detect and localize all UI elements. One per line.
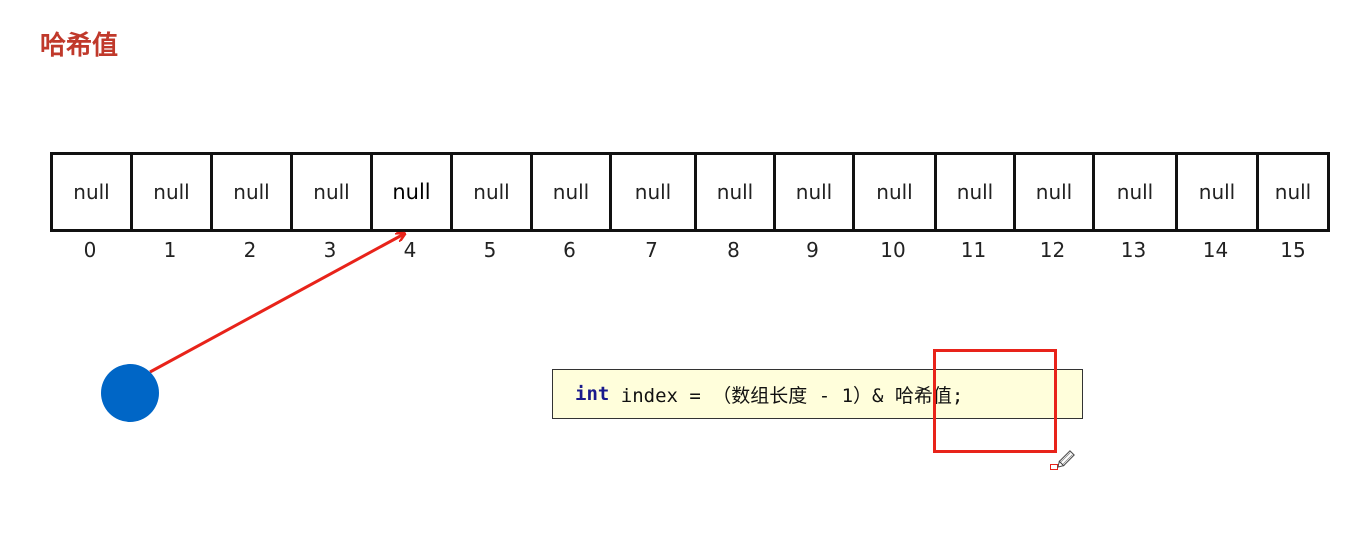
index-label: 7 bbox=[645, 238, 658, 262]
array-cell: null bbox=[1092, 152, 1175, 232]
index-label: 5 bbox=[483, 238, 497, 262]
array-cell: null bbox=[370, 152, 450, 232]
array-cell: null bbox=[934, 152, 1013, 232]
index-label: 15 bbox=[1280, 238, 1306, 262]
array-cell: null bbox=[530, 152, 609, 232]
index-label: 2 bbox=[243, 238, 257, 262]
index-label: 1 bbox=[163, 238, 177, 262]
index-label: 14 bbox=[1202, 238, 1229, 262]
index-label: 9 bbox=[806, 238, 819, 262]
hash-array: null null null null null null null null null null… bbox=[50, 152, 1330, 232]
array-cell: null bbox=[1256, 152, 1330, 232]
element-dot bbox=[101, 364, 159, 422]
page-title: 哈希值 bbox=[40, 31, 119, 61]
array-cell: null bbox=[1175, 152, 1256, 232]
code-keyword: int bbox=[575, 383, 610, 405]
index-label: 3 bbox=[323, 238, 337, 262]
array-cell: null bbox=[773, 152, 852, 232]
index-label: 6 bbox=[563, 238, 576, 262]
arrow-layer bbox=[149, 0, 1372, 374]
index-label: 0 bbox=[83, 238, 97, 262]
index-label: 4 bbox=[403, 238, 417, 262]
array-cell: null bbox=[1013, 152, 1092, 232]
index-label: 11 bbox=[960, 238, 987, 262]
index-label: 8 bbox=[727, 238, 740, 262]
index-label: 10 bbox=[880, 238, 906, 262]
array-cell: null bbox=[210, 152, 290, 232]
array-cell: null bbox=[694, 152, 773, 232]
index-label: 12 bbox=[1039, 238, 1066, 262]
array-cell: null bbox=[130, 152, 210, 232]
array-cell: null bbox=[609, 152, 694, 232]
array-cell: null bbox=[852, 152, 934, 232]
pencil-icon bbox=[1057, 450, 1075, 468]
code-expression: index = （数组长度 - 1）& 哈希值; bbox=[609, 384, 964, 407]
array-cell: null bbox=[290, 152, 370, 232]
array-cell: null bbox=[50, 152, 130, 232]
array-cell: null bbox=[450, 152, 530, 232]
index-label: 13 bbox=[1120, 238, 1147, 262]
highlight-box[interactable] bbox=[933, 349, 1057, 453]
